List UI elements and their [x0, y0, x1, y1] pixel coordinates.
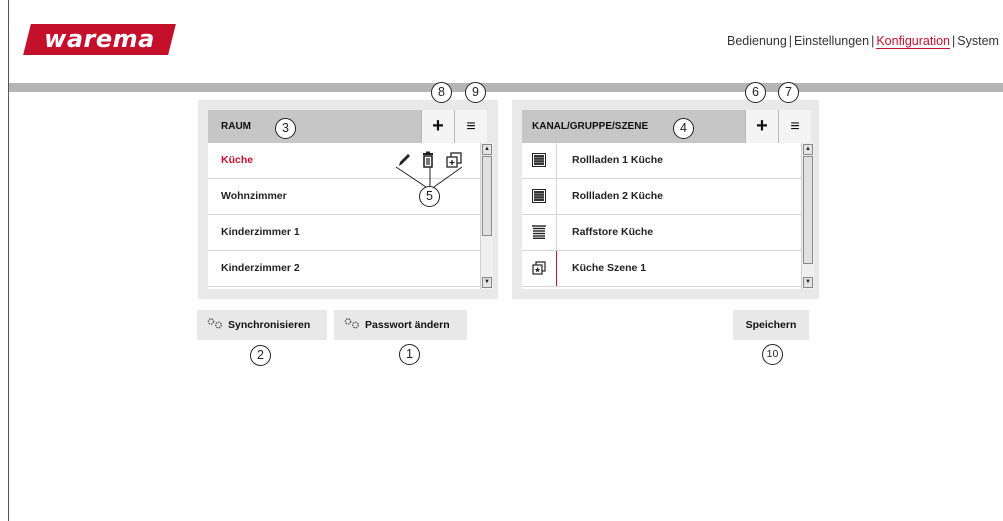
callout-8: 8	[431, 82, 452, 103]
room-menu-button[interactable]: ≡	[454, 110, 487, 143]
scroll-thumb[interactable]	[482, 156, 492, 236]
channel-menu-button[interactable]: ≡	[778, 110, 811, 143]
room-row-label: Küche	[221, 154, 254, 166]
gears-icon	[207, 318, 222, 329]
nav-system[interactable]: System	[957, 34, 999, 48]
channel-row-label: Rollladen 1 Küche	[572, 154, 664, 166]
channel-panel: KANAL/GRUPPE/SZENE + ≡ Rollladen 1 Küche…	[512, 100, 819, 299]
callout-9: 9	[465, 82, 486, 103]
row-divider	[556, 143, 557, 178]
add-channel-button[interactable]: +	[745, 110, 778, 143]
scene-icon	[532, 261, 546, 275]
scroll-down-arrow[interactable]: ▼	[803, 277, 813, 288]
synchronize-button[interactable]: Synchronisieren	[197, 310, 327, 340]
warema-logo: warema	[23, 24, 176, 55]
channel-row[interactable]: Rollladen 1 Küche	[522, 143, 801, 179]
gears-icon	[344, 318, 359, 329]
room-row-label: Kinderzimmer 2	[221, 262, 300, 274]
row-divider	[556, 179, 557, 214]
scroll-up-arrow[interactable]: ▲	[803, 144, 813, 155]
nav-separator: |	[788, 34, 793, 48]
room-row[interactable]: Kinderzimmer 2	[208, 251, 480, 287]
change-password-button[interactable]: Passwort ändern	[334, 310, 467, 340]
channel-panel-title: KANAL/GRUPPE/SZENE	[532, 121, 649, 132]
room-panel-title: RAUM	[221, 121, 251, 132]
scroll-down-arrow[interactable]: ▼	[482, 277, 492, 288]
channel-panel-header: KANAL/GRUPPE/SZENE + ≡	[522, 110, 811, 143]
callout-6: 6	[745, 82, 766, 103]
row-divider	[556, 215, 557, 250]
room-row-label: Wohnzimmer	[221, 190, 287, 202]
room-panel-header: RAUM + ≡	[208, 110, 487, 143]
synchronize-button-label: Synchronisieren	[228, 319, 311, 331]
channel-row[interactable]: Raffstore Küche	[522, 215, 801, 251]
scroll-thumb[interactable]	[803, 156, 813, 264]
window-frame	[8, 0, 1003, 521]
add-room-button[interactable]: +	[421, 110, 454, 143]
venetian-blind-icon	[532, 225, 546, 239]
room-row[interactable]: Kinderzimmer 1	[208, 215, 480, 251]
callout-2: 2	[250, 345, 271, 366]
nav-einstellungen[interactable]: Einstellungen	[794, 34, 869, 48]
room-panel: RAUM + ≡ Küche Wohnzimmer Kinderzimmer 1…	[198, 100, 498, 299]
scroll-up-arrow[interactable]: ▲	[482, 144, 492, 155]
channel-row[interactable]: Küche Szene 1	[522, 251, 801, 287]
shutter-icon	[532, 189, 546, 203]
shutter-icon	[532, 153, 546, 167]
callout-10: 10	[762, 344, 783, 365]
channel-row-label: Raffstore Küche	[572, 226, 654, 238]
row-divider	[556, 251, 557, 286]
channel-row-label: Küche Szene 1	[572, 262, 647, 274]
nav-konfiguration[interactable]: Konfiguration	[876, 34, 951, 49]
room-list-scrollbar[interactable]: ▲ ▼	[480, 143, 493, 289]
callout-1: 1	[399, 344, 420, 365]
save-button[interactable]: Speichern	[733, 310, 809, 340]
channel-list-scrollbar[interactable]: ▲ ▼	[801, 143, 814, 289]
channel-list: Rollladen 1 Küche Rollladen 2 Küche Raff…	[522, 143, 801, 289]
channel-row-label: Rollladen 2 Küche	[572, 190, 664, 202]
header: warema Bedienung | Einstellungen | Konfigura…	[9, 0, 1003, 78]
callout-7: 7	[778, 82, 799, 103]
callout-3: 3	[275, 118, 296, 139]
top-navigation: Bedienung | Einstellungen | Konfiguration | Sy…	[727, 34, 999, 49]
callout-4: 4	[673, 118, 694, 139]
room-row-label: Kinderzimmer 1	[221, 226, 300, 238]
change-password-button-label: Passwort ändern	[365, 319, 450, 331]
nav-bedienung[interactable]: Bedienung	[727, 34, 787, 48]
header-divider-band	[9, 83, 1003, 92]
channel-row[interactable]: Rollladen 2 Küche	[522, 179, 801, 215]
callout-5-leader-lines	[395, 166, 463, 188]
